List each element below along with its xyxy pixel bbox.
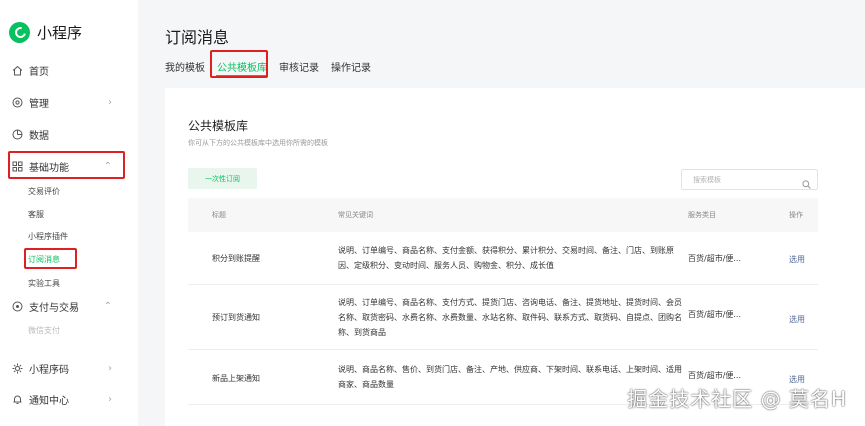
search-placeholder: 搜索模板 (693, 176, 721, 184)
data-icon (12, 129, 23, 140)
section-title: 公共模板库 (188, 119, 249, 133)
row-title: 新品上架通知 (212, 374, 260, 383)
search-input[interactable]: 搜索模板 (681, 169, 818, 190)
watermark: 掘金技术社区 @ 莫名H (627, 387, 847, 411)
chevron-right-icon: › (108, 96, 112, 108)
miniprogram-logo-icon (9, 22, 30, 43)
sidebar: 小程序 首页 管理 › 数据 基础功能 ⌃ 交易评价 客服 小程序插件 订阅消息… (0, 0, 138, 426)
select-link[interactable]: 选用 (789, 314, 805, 325)
row-category: 百货/超市/便... (688, 254, 742, 263)
sidebar-item-payment[interactable]: 支付与交易 ⌃ (12, 296, 124, 316)
sidebar-item-label: 小程序码 (29, 364, 69, 376)
col-category: 服务类目 (688, 211, 716, 219)
page-title: 订阅消息 (165, 28, 230, 47)
row-title: 预订到货通知 (212, 313, 260, 322)
sidebar-item-data[interactable]: 数据 (12, 124, 124, 144)
manage-icon (12, 97, 23, 108)
sidebar-item-label: 通知中心 (29, 395, 69, 407)
chevron-up-icon: ⌃ (103, 300, 112, 312)
highlight-public-library-tab (210, 50, 268, 78)
sidebar-subitem-plugin[interactable]: 小程序插件 (28, 231, 68, 242)
sidebar-item-notify[interactable]: 通知中心 › (12, 389, 124, 409)
col-action: 操作 (789, 211, 803, 219)
search-icon (802, 174, 811, 189)
highlight-subscribe (24, 248, 77, 269)
highlight-basic-features (8, 151, 125, 179)
brand[interactable]: 小程序 (9, 22, 82, 43)
row-keywords: 说明、订单编号、商品名称、支付金额、获得积分、累计积分、交易时间、备注、门店、到… (338, 246, 674, 270)
chevron-right-icon: › (108, 393, 112, 405)
row-category: 百货/超市/便... (688, 310, 742, 319)
row-keywords: 说明、订单编号、商品名称、支付方式、提货门店、咨询电话、备注、提货地址、提货时间… (338, 298, 682, 337)
tab-operation-records[interactable]: 操作记录 (331, 59, 371, 74)
sidebar-item-label: 首页 (29, 66, 49, 78)
qrcode-icon (12, 363, 23, 374)
sidebar-item-manage[interactable]: 管理 › (12, 92, 124, 112)
table-header: 标题 常见关键词 服务类目 操作 (188, 198, 818, 232)
payment-icon (12, 301, 23, 312)
table-row: 预订到货通知 说明、订单编号、商品名称、支付方式、提货门店、咨询电话、备注、提货… (188, 285, 818, 350)
table-row: 积分到账提醒 说明、订单编号、商品名称、支付金额、获得积分、累计积分、交易时间、… (188, 232, 818, 285)
sidebar-item-label: 管理 (29, 98, 49, 110)
sidebar-item-label: 支付与交易 (29, 302, 79, 314)
select-link[interactable]: 选用 (789, 254, 805, 265)
sidebar-item-qrcode[interactable]: 小程序码 › (12, 358, 124, 378)
home-icon (12, 65, 23, 76)
col-title: 标题 (212, 211, 226, 219)
sidebar-item-label: 数据 (29, 130, 49, 142)
tab-review-records[interactable]: 审核记录 (279, 59, 319, 74)
bell-icon (12, 394, 23, 405)
sidebar-subitem-lab[interactable]: 实验工具 (28, 278, 60, 289)
sidebar-subitem-service[interactable]: 客服 (28, 209, 44, 220)
sidebar-item-home[interactable]: 首页 (12, 60, 124, 80)
brand-name: 小程序 (37, 24, 83, 42)
col-keywords: 常见关键词 (338, 211, 373, 219)
template-library-card: 公共模板库 你可从下方的公共模板库中选用你所需的模板 一次性订阅 搜索模板 标题… (165, 88, 865, 426)
row-title: 积分到账提醒 (212, 254, 260, 263)
sidebar-subitem-wechatpay: 微信支付 (28, 326, 60, 335)
one-time-subscribe-button[interactable]: 一次性订阅 (188, 168, 257, 189)
row-category: 百货/超市/便... (688, 371, 742, 380)
tab-my-templates[interactable]: 我的模板 (165, 59, 205, 74)
chevron-right-icon: › (108, 362, 112, 374)
section-subtitle: 你可从下方的公共模板库中选用你所需的模板 (188, 139, 328, 147)
sidebar-subitem-review[interactable]: 交易评价 (28, 186, 60, 197)
